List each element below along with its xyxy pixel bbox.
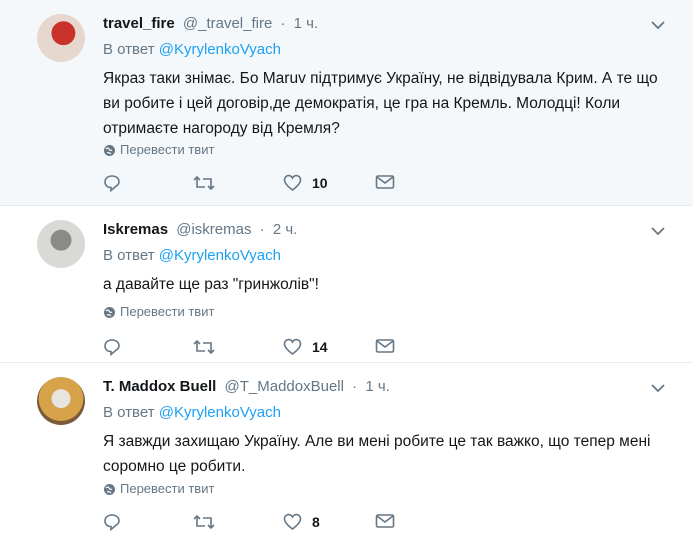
tweet[interactable]: Iskremas @iskremas · 2 ч. В ответ @Kyryl… <box>0 206 693 363</box>
translate-tweet-link[interactable]: Перевести твит <box>103 481 214 497</box>
tweet-text: Якраз таки знімає. Бо Maruv підтримує Ук… <box>103 70 658 137</box>
translate-tweet-link[interactable]: Перевести твит <box>103 304 214 320</box>
reply-button[interactable] <box>103 174 121 192</box>
user-handle[interactable]: @_travel_fire <box>183 15 272 32</box>
like-button[interactable]: 14 <box>283 338 328 356</box>
tweet-actions: 14 <box>103 338 423 360</box>
like-count: 14 <box>312 339 328 355</box>
tweet-header: T. Maddox Buell @T_MaddoxBuell · 1 ч. <box>103 377 390 397</box>
globe-icon <box>104 144 115 156</box>
reply-icon <box>104 514 120 531</box>
direct-message-icon <box>375 339 395 353</box>
avatar[interactable] <box>37 14 85 62</box>
timestamp[interactable]: 2 ч. <box>273 221 298 238</box>
reply-mention-link[interactable]: @KyrylenkoVyach <box>159 404 281 421</box>
user-name[interactable]: Iskremas <box>103 221 168 238</box>
separator-dot: · <box>259 221 265 238</box>
caret-down-icon[interactable] <box>651 383 665 393</box>
tweet-actions: 10 <box>103 174 423 196</box>
reply-context: В ответ @KyrylenkoVyach <box>103 246 281 266</box>
translate-label[interactable]: Перевести твит <box>120 481 214 497</box>
direct-message-icon <box>375 514 395 528</box>
like-button[interactable]: 10 <box>283 174 328 192</box>
caret-down-icon[interactable] <box>651 20 665 30</box>
tweet-actions: 8 <box>103 513 423 535</box>
reply-prefix: В ответ <box>103 247 155 264</box>
retweet-button[interactable] <box>193 174 215 192</box>
user-name[interactable]: travel_fire <box>103 15 175 32</box>
tweet-header: Iskremas @iskremas · 2 ч. <box>103 220 297 240</box>
reply-icon <box>104 339 120 356</box>
translate-label[interactable]: Перевести твит <box>120 304 214 320</box>
tweet[interactable]: T. Maddox Buell @T_MaddoxBuell · 1 ч. В … <box>0 363 693 538</box>
retweet-button[interactable] <box>193 513 215 531</box>
globe-icon <box>104 306 115 318</box>
like-icon <box>283 174 302 191</box>
like-button[interactable]: 8 <box>283 513 320 531</box>
globe-icon <box>104 483 115 495</box>
retweet-icon <box>193 339 215 355</box>
reply-button[interactable] <box>103 338 121 356</box>
translate-label[interactable]: Перевести твит <box>120 142 214 158</box>
direct-message-button[interactable] <box>375 513 395 529</box>
tweet[interactable]: travel_fire @_travel_fire · 1 ч. В ответ… <box>0 0 693 206</box>
reply-prefix: В ответ <box>103 404 155 421</box>
like-count: 10 <box>312 175 328 191</box>
caret-down-icon[interactable] <box>651 226 665 236</box>
timestamp[interactable]: 1 ч. <box>365 378 390 395</box>
separator-dot: · <box>280 15 286 32</box>
reply-icon <box>104 175 120 192</box>
translate-tweet-link[interactable]: Перевести твит <box>103 142 214 158</box>
direct-message-button[interactable] <box>375 338 395 354</box>
retweet-icon <box>193 514 215 530</box>
reply-mention-link[interactable]: @KyrylenkoVyach <box>159 41 281 58</box>
retweet-button[interactable] <box>193 338 215 356</box>
user-name[interactable]: T. Maddox Buell <box>103 378 216 395</box>
separator-dot: · <box>352 378 358 395</box>
direct-message-button[interactable] <box>375 174 395 190</box>
avatar[interactable] <box>37 220 85 268</box>
tweet-text: а давайте ще раз "гринжолів"! <box>103 276 319 293</box>
tweet-header: travel_fire @_travel_fire · 1 ч. <box>103 14 318 34</box>
like-count: 8 <box>312 514 320 530</box>
like-icon <box>283 338 302 355</box>
direct-message-icon <box>375 175 395 189</box>
reply-button[interactable] <box>103 513 121 531</box>
user-handle[interactable]: @iskremas <box>176 221 251 238</box>
retweet-icon <box>193 175 215 191</box>
reply-prefix: В ответ <box>103 41 155 58</box>
reply-context: В ответ @KyrylenkoVyach <box>103 403 281 423</box>
user-handle[interactable]: @T_MaddoxBuell <box>225 378 344 395</box>
reply-mention-link[interactable]: @KyrylenkoVyach <box>159 247 281 264</box>
avatar[interactable] <box>37 377 85 425</box>
reply-context: В ответ @KyrylenkoVyach <box>103 40 281 60</box>
tweet-text: Я завжди захищаю Україну. Але ви мені ро… <box>103 433 651 475</box>
timestamp[interactable]: 1 ч. <box>294 15 319 32</box>
like-icon <box>283 513 302 530</box>
